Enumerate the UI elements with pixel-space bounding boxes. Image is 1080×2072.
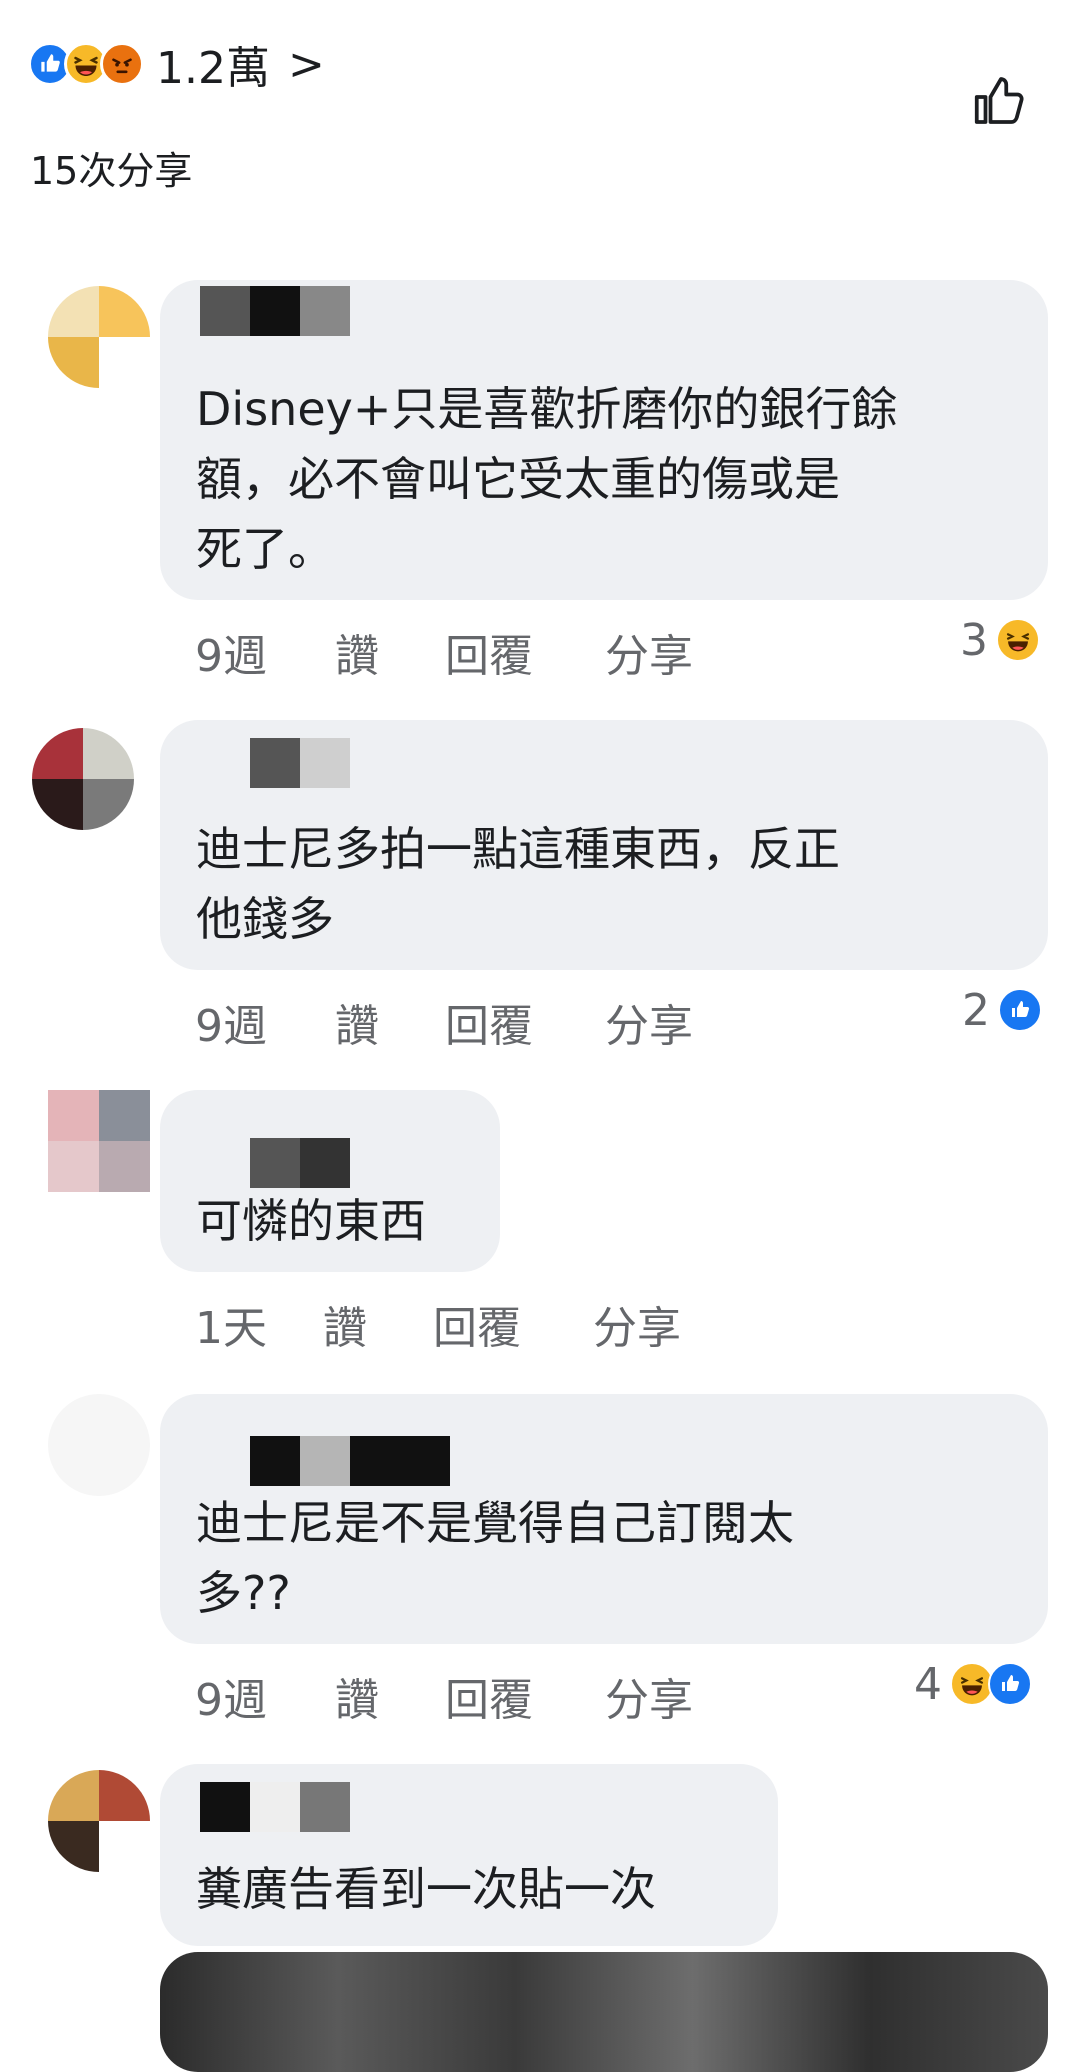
reactions-summary[interactable]: 1.2萬 > [28, 32, 325, 96]
comment-line: 死了。 [196, 522, 334, 576]
reply-button[interactable]: 回覆 [445, 620, 605, 684]
comment-time: 1天 [195, 1303, 267, 1354]
reaction-count: 3 [960, 614, 988, 666]
comment-reactions[interactable]: 3 [960, 610, 1040, 670]
reaction-count: 4 [914, 1658, 942, 1710]
share-button[interactable]: 分享 [593, 1292, 681, 1356]
comment-reactions[interactable]: 2 [962, 980, 1042, 1040]
commenter-name[interactable] [250, 1138, 350, 1188]
comment-image-preview[interactable] [160, 1952, 1048, 2072]
avatar[interactable] [48, 1770, 150, 1872]
commenter-name[interactable] [250, 738, 350, 788]
like-button[interactable]: 讚 [335, 1664, 445, 1728]
thumbs-up-icon[interactable] [968, 72, 1028, 132]
like-button[interactable]: 讚 [323, 1292, 433, 1356]
comment-actions: 9週 讚 回覆 分享 [195, 1666, 693, 1726]
angry-icon [100, 42, 144, 86]
haha-icon [996, 618, 1040, 662]
like-icon [998, 988, 1042, 1032]
commenter-name[interactable] [250, 1436, 450, 1486]
comment-line: Disney+只是喜歡折磨你的銀行餘 [196, 382, 898, 436]
reaction-count: 2 [962, 984, 990, 1036]
comment-bubble[interactable]: 迪士尼多拍一點這種東西，反正 他錢多 [160, 720, 1048, 970]
comment-bubble[interactable]: 迪士尼是不是覺得自己訂閱太 多?? [160, 1394, 1048, 1644]
avatar[interactable] [32, 728, 134, 830]
comment-text: 糞廣告看到一次貼一次 [196, 1854, 656, 1924]
comment-time: 9週 [195, 631, 267, 682]
comment-line: 迪士尼多拍一點這種東西，反正 [196, 822, 840, 876]
avatar[interactable] [48, 1394, 150, 1496]
comment-line: 可憐的東西 [196, 1194, 426, 1248]
chevron-right-icon[interactable]: > [288, 39, 325, 90]
comment-actions: 9週 讚 回覆 分享 [195, 622, 693, 682]
share-count[interactable]: 15次分享 [30, 140, 192, 195]
reply-button[interactable]: 回覆 [445, 990, 605, 1054]
comment-line: 糞廣告看到一次貼一次 [196, 1862, 656, 1916]
like-button[interactable]: 讚 [335, 620, 445, 684]
reaction-total: 1.2萬 [156, 43, 270, 94]
like-icon [988, 1662, 1032, 1706]
comment-time: 9週 [195, 1675, 267, 1726]
post-summary-bar: 1.2萬 > 15次分享 [0, 0, 1080, 200]
avatar[interactable] [48, 286, 150, 388]
comment-time: 9週 [195, 1001, 267, 1052]
like-button[interactable]: 讚 [335, 990, 445, 1054]
commenter-name[interactable] [200, 286, 350, 336]
comment-bubble[interactable]: Disney+只是喜歡折磨你的銀行餘 額，必不會叫它受太重的傷或是 死了。 [160, 280, 1048, 600]
comment-text: 迪士尼是不是覺得自己訂閱太 多?? [196, 1488, 794, 1628]
share-button[interactable]: 分享 [605, 990, 693, 1054]
comment-line: 多?? [196, 1566, 291, 1620]
comment-actions: 9週 讚 回覆 分享 [195, 992, 693, 1052]
comment-text: Disney+只是喜歡折磨你的銀行餘 額，必不會叫它受太重的傷或是 死了。 [196, 374, 897, 584]
comment-text: 可憐的東西 [196, 1186, 426, 1256]
reply-button[interactable]: 回覆 [433, 1292, 593, 1356]
share-button[interactable]: 分享 [605, 1664, 693, 1728]
comment-text: 迪士尼多拍一點這種東西，反正 他錢多 [196, 814, 840, 954]
share-button[interactable]: 分享 [605, 620, 693, 684]
comment-bubble[interactable]: 糞廣告看到一次貼一次 [160, 1764, 778, 1946]
comment-line: 迪士尼是不是覺得自己訂閱太 [196, 1496, 794, 1550]
commenter-name[interactable] [200, 1782, 350, 1832]
comment-bubble[interactable]: 可憐的東西 [160, 1090, 500, 1272]
comment-line: 他錢多 [196, 892, 334, 946]
comment-line: 額，必不會叫它受太重的傷或是 [196, 452, 840, 506]
reply-button[interactable]: 回覆 [445, 1664, 605, 1728]
comment-actions: 1天 讚 回覆 分享 [195, 1294, 681, 1354]
comment-reactions[interactable]: 4 [914, 1654, 1032, 1714]
avatar[interactable] [48, 1090, 150, 1192]
